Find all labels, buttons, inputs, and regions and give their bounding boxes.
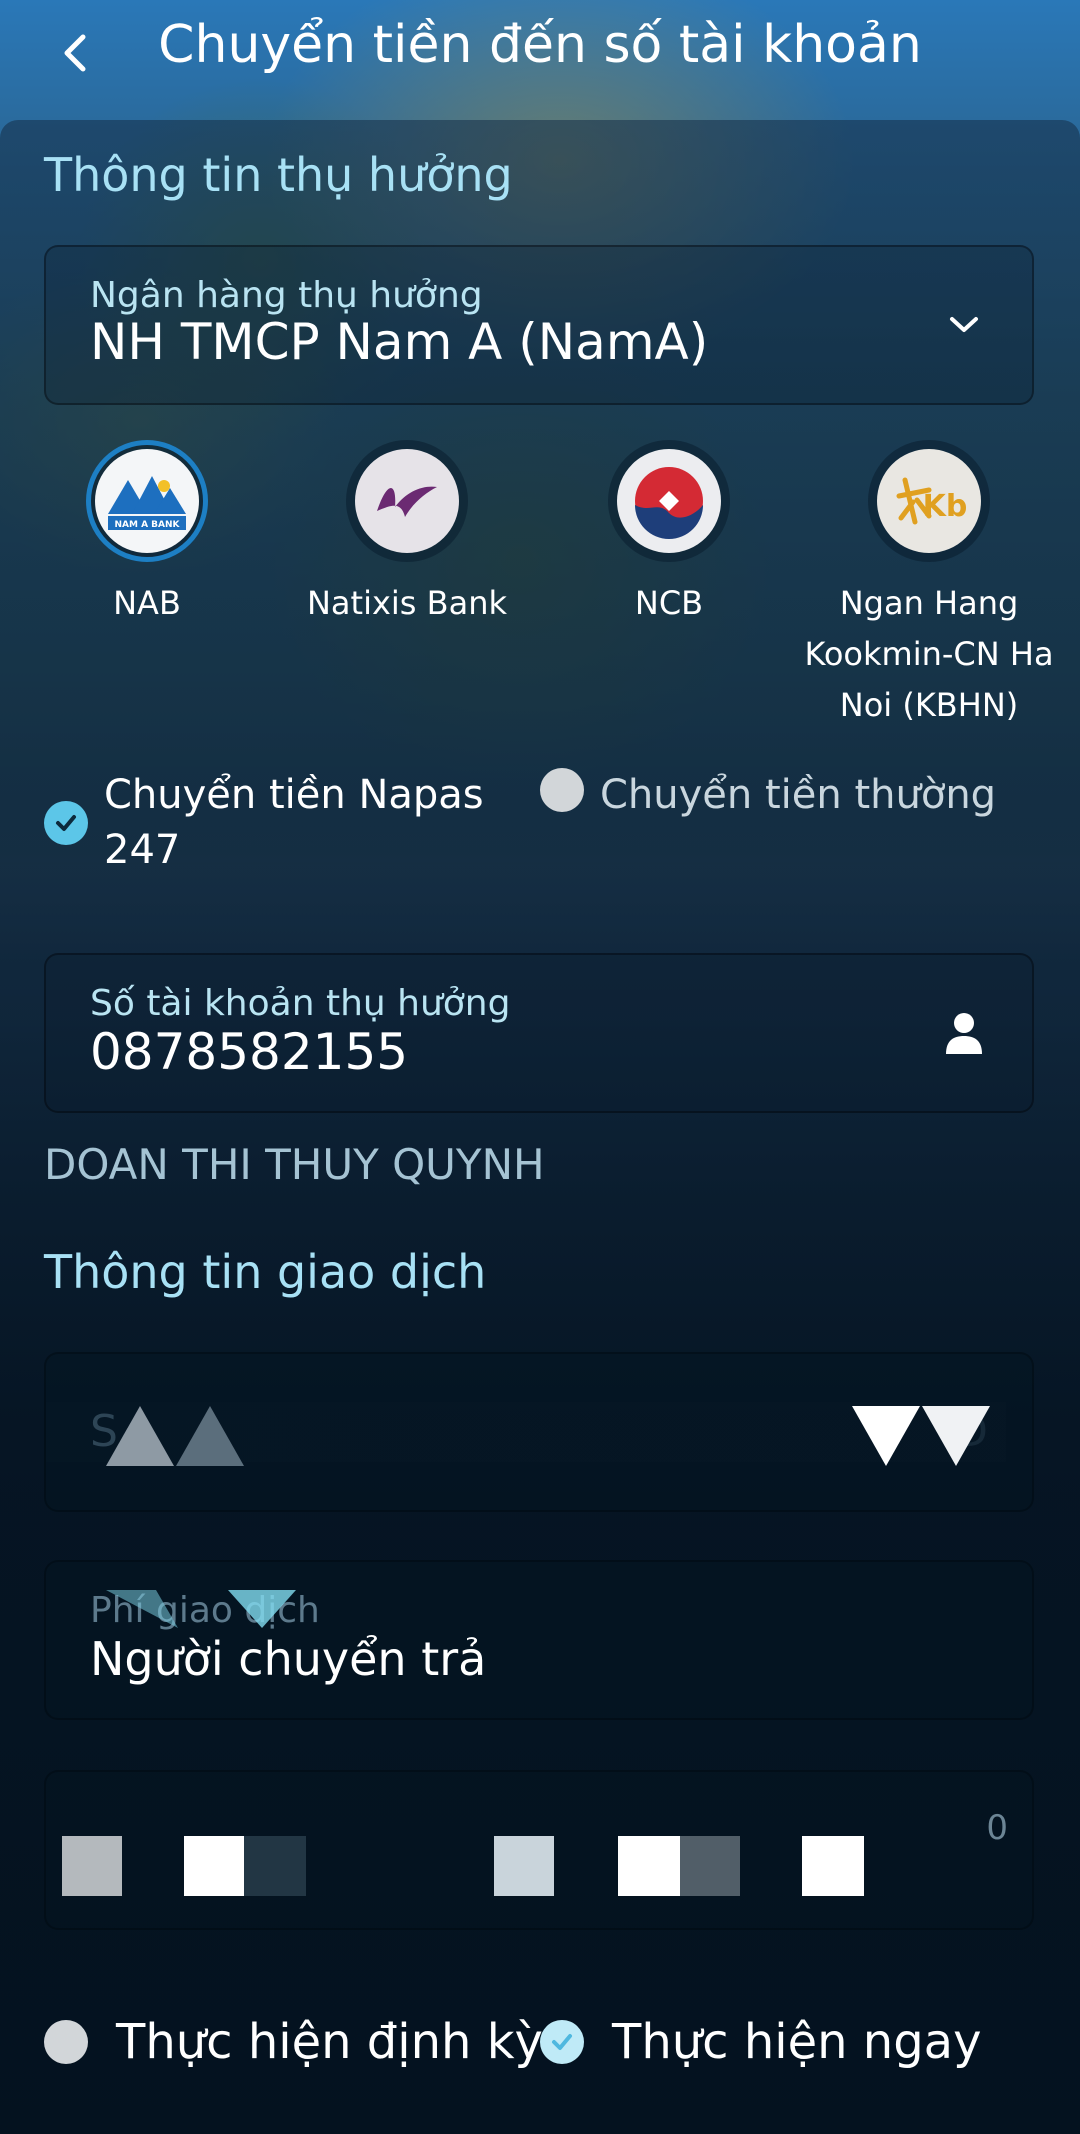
bank-name-nab: NAB	[113, 584, 181, 622]
page-title: Chuyển tiền đến số tài khoản	[158, 15, 922, 75]
chevron-down-icon	[936, 297, 992, 353]
bank-option-natixis[interactable]: Natixis Bank	[282, 440, 532, 629]
redaction-block	[244, 1836, 306, 1896]
radio-checked-icon	[44, 801, 88, 845]
amount-input[interactable]: S D	[44, 1352, 1034, 1512]
bank-option-nab[interactable]: NAM A BANK NAB	[22, 440, 272, 629]
bank-option-ncb[interactable]: NCB	[544, 440, 794, 629]
redaction-block	[184, 1836, 244, 1896]
bank-field-label: Ngân hàng thụ hưởng	[90, 275, 483, 316]
fee-select[interactable]: Phí giao dịch Người chuyển trả	[44, 1560, 1034, 1720]
ncb-logo-icon	[635, 467, 703, 539]
bank-field-value: NH TMCP Nam A (NamA)	[90, 313, 709, 371]
radio-label-scheduled: Thực hiện định kỳ	[116, 2014, 543, 2070]
radio-execute-now[interactable]: Thực hiện ngay	[540, 2010, 982, 2074]
svg-text:Kb: Kb	[923, 489, 968, 524]
redaction-block	[62, 1836, 122, 1896]
transfer-content-input[interactable]: 0	[44, 1770, 1034, 1930]
redaction-triangles	[106, 1590, 296, 1628]
content-char-counter: 0	[986, 1808, 1008, 1848]
redaction-block	[494, 1836, 554, 1896]
bank-logo-ncb	[608, 440, 730, 562]
contact-person-icon[interactable]	[936, 1005, 992, 1061]
radio-napas-247[interactable]: Chuyển tiền Napas 247	[44, 768, 484, 878]
bank-logo-natixis	[346, 440, 468, 562]
fee-field-value: Người chuyển trả	[90, 1632, 487, 1686]
radio-label-napas: Chuyển tiền Napas 247	[104, 772, 484, 873]
bank-logo-nab: NAM A BANK	[86, 440, 208, 562]
account-field-value: 0878582155	[90, 1023, 409, 1081]
radio-standard-transfer[interactable]: Chuyển tiền thường	[540, 768, 996, 823]
section-title-beneficiary: Thông tin thụ hưởng	[44, 148, 513, 202]
section-title-transaction: Thông tin giao dịch	[44, 1245, 487, 1299]
bank-name-natixis: Natixis Bank	[306, 584, 508, 622]
radio-label-standard: Chuyển tiền thường	[600, 772, 997, 818]
beneficiary-bank-select[interactable]: Ngân hàng thụ hưởng NH TMCP Nam A (NamA)	[44, 245, 1034, 405]
radio-checked-icon	[540, 2020, 584, 2064]
redaction-block	[802, 1836, 864, 1896]
kookmin-logo-icon: Kb	[896, 477, 968, 525]
account-number-input[interactable]: Số tài khoản thụ hưởng 0878582155	[44, 953, 1034, 1113]
redaction-triangles	[852, 1406, 990, 1466]
nam-a-bank-logo-icon: NAM A BANK	[108, 476, 186, 530]
svg-text:NAM A BANK: NAM A BANK	[114, 520, 180, 530]
bank-name-ncb: NCB	[634, 584, 704, 622]
account-field-label: Số tài khoản thụ hưởng	[90, 983, 511, 1024]
radio-label-now: Thực hiện ngay	[612, 2014, 982, 2070]
radio-scheduled[interactable]: Thực hiện định kỳ	[44, 2010, 543, 2074]
redaction-triangles	[106, 1406, 244, 1466]
chevron-left-icon	[64, 34, 86, 72]
bank-name-kbhn: Ngan Hang Kookmin-CN Ha Noi (KBHN)	[804, 584, 1054, 724]
radio-unchecked-icon	[44, 2020, 88, 2064]
recipient-name: DOAN THI THUY QUYNH	[44, 1140, 545, 1189]
app-header: Chuyển tiền đến số tài khoản	[0, 0, 1080, 110]
redaction-block	[618, 1836, 680, 1896]
back-button[interactable]	[40, 18, 110, 88]
natixis-logo-icon	[377, 486, 437, 517]
redaction-block	[680, 1836, 740, 1896]
radio-unchecked-icon	[540, 768, 584, 812]
bank-logo-kbhn: Kb	[868, 440, 990, 562]
bank-option-kbhn[interactable]: Kb Ngan Hang Kookmin-CN Ha Noi (KBHN)	[804, 440, 1054, 731]
